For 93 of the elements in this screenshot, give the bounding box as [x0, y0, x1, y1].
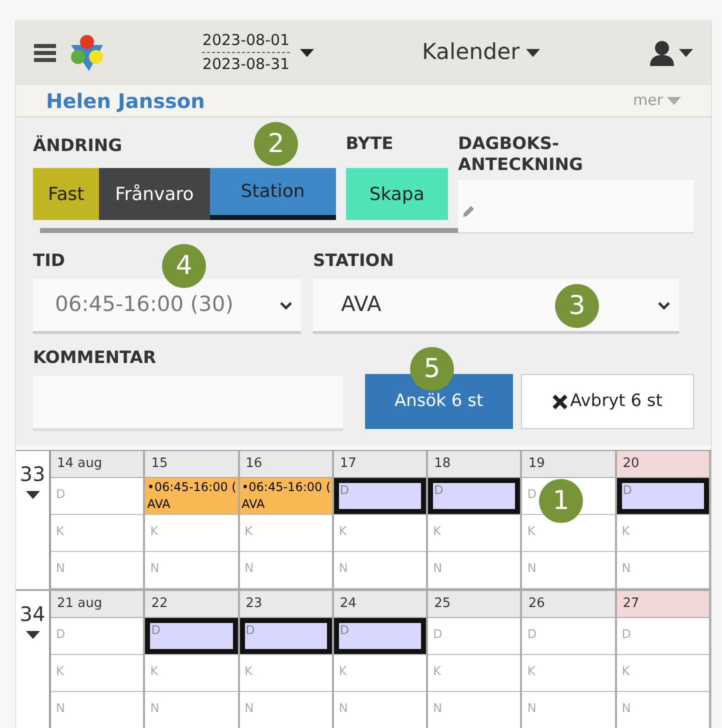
slot-label: K — [433, 524, 441, 538]
slot-label: K — [56, 524, 64, 538]
change-tab[interactable]: Frånvaro — [99, 168, 210, 220]
slot-label: D — [527, 487, 537, 501]
day-date: 24 — [340, 595, 356, 614]
user-name[interactable]: Helen Jansson — [46, 86, 205, 116]
slot-label: N — [433, 701, 442, 715]
cancel-button[interactable]: Avbryt 6 st — [520, 374, 694, 429]
slot-label: D — [56, 627, 66, 641]
day-date: 20 — [622, 455, 640, 474]
field-label: TID — [33, 251, 66, 271]
selected-slot[interactable]: D — [334, 478, 426, 514]
week-number: 34 — [20, 601, 46, 628]
day-date: 22 — [151, 595, 168, 614]
slot-label: N — [338, 561, 348, 575]
number-marker: 4 — [162, 244, 206, 288]
slot-label: D — [56, 487, 66, 501]
slot-label: K — [338, 664, 347, 678]
field-label: STATION — [313, 250, 395, 273]
selected-slot[interactable]: D — [428, 478, 520, 514]
week-number: 33 — [20, 461, 46, 488]
close-icon — [552, 394, 568, 410]
chevron-icon — [279, 300, 293, 310]
number-marker: 5 — [410, 347, 454, 391]
shift-event[interactable]: •06:45-16:00 ( AVA — [145, 478, 238, 515]
slot-label: K — [622, 524, 630, 538]
slot-label: K — [150, 524, 158, 538]
slot-label: N — [433, 561, 442, 575]
day-date: 17 — [340, 455, 356, 474]
section-title: ÄNDRING — [33, 136, 122, 156]
slot-label: K — [433, 664, 441, 678]
more-button[interactable]: mer — [632, 89, 681, 112]
expand-icon — [26, 491, 40, 499]
slot-label: N — [338, 701, 348, 715]
date-range-selector[interactable]: 2023-08-01 2023-08-31 — [202, 32, 314, 73]
slot-label: D — [622, 627, 631, 641]
slot-label: K — [150, 664, 158, 678]
slot-label: N — [244, 701, 254, 715]
slot-label: D — [527, 627, 537, 641]
day-date: 26 — [528, 595, 545, 614]
pencil-icon — [462, 204, 476, 218]
chevron-icon — [657, 300, 671, 310]
diary-field[interactable] — [458, 180, 694, 234]
shift-event[interactable]: •06:45-16:00 ( AVA — [240, 478, 332, 515]
section-title: BYTE — [346, 134, 394, 156]
slot-label: K — [244, 524, 252, 538]
menu-icon[interactable] — [34, 42, 56, 62]
day-date: 18 — [434, 455, 451, 474]
slot-label: N — [150, 561, 160, 575]
slot-label: N — [622, 561, 631, 575]
slot-label: N — [622, 701, 631, 715]
day-date: 27 — [622, 595, 640, 614]
time-select[interactable]: 06:45-16:00 (30) — [33, 279, 301, 334]
slot-label: K — [56, 664, 64, 678]
slot-label: N — [56, 701, 65, 715]
slot-label: N — [527, 701, 536, 715]
section-title: DAGBOKS- ANTECKNING — [458, 134, 584, 176]
day-date: 25 — [434, 595, 451, 614]
caret-icon — [300, 48, 314, 56]
caret-icon — [526, 48, 540, 56]
slot-label: N — [150, 701, 160, 715]
field-label: KOMMENTAR — [33, 347, 158, 370]
create-button[interactable]: Skapa — [346, 168, 448, 220]
slot-label: N — [527, 561, 536, 575]
slot-label: K — [338, 524, 347, 538]
user-menu[interactable] — [649, 40, 693, 66]
slot-label: D — [433, 627, 442, 641]
number-marker: 2 — [254, 122, 298, 166]
selected-slot[interactable]: D — [616, 478, 709, 514]
day-date: 19 — [528, 455, 545, 474]
slot-label: N — [56, 561, 65, 575]
change-tab[interactable]: Station — [210, 168, 336, 220]
caret-icon — [679, 48, 693, 56]
slot-label: N — [244, 561, 254, 575]
slot-label: K — [622, 664, 630, 678]
view-dropdown[interactable]: Kalender — [422, 36, 540, 69]
change-tab[interactable]: Fast — [33, 168, 100, 220]
day-date: 16 — [246, 455, 262, 474]
selected-slot[interactable]: D — [334, 618, 426, 654]
slot-label: K — [527, 524, 536, 538]
slot-label: K — [527, 664, 536, 678]
logo-icon — [68, 32, 106, 72]
comment-field[interactable] — [33, 376, 344, 431]
slot-label: K — [244, 664, 252, 678]
day-date: 23 — [246, 595, 262, 614]
user-icon — [649, 40, 675, 66]
caret-icon — [667, 96, 681, 104]
day-date: 15 — [151, 455, 168, 474]
expand-icon — [26, 631, 40, 639]
selected-slot[interactable]: D — [145, 618, 238, 654]
day-date: 14 aug — [57, 455, 102, 474]
selected-slot[interactable]: D — [240, 618, 332, 654]
day-date: 21 aug — [57, 595, 102, 614]
